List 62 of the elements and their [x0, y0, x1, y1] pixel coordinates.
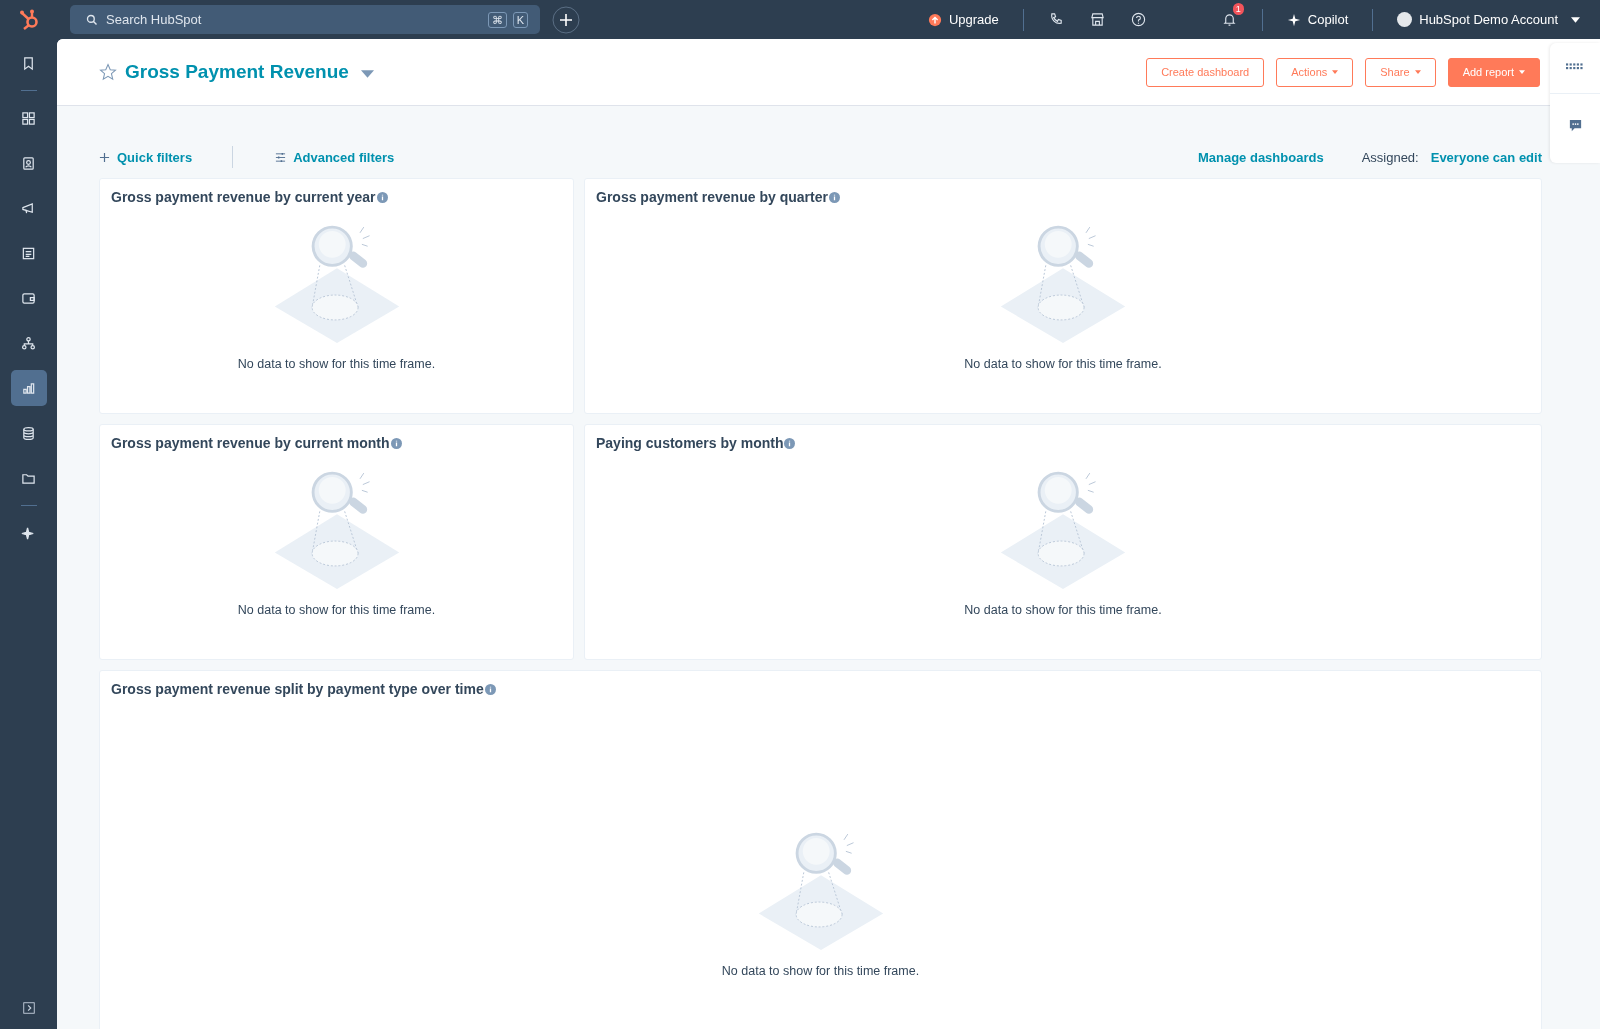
assigned-label: Assigned:	[1361, 149, 1419, 165]
chat-icon[interactable]	[1567, 118, 1583, 133]
sparkle-icon[interactable]	[21, 525, 36, 541]
advanced-filters-button[interactable]: Advanced filters	[275, 149, 395, 165]
notifications-icon[interactable]	[1221, 12, 1237, 27]
contact-card-icon[interactable]	[21, 155, 36, 171]
avatar-icon	[1397, 12, 1413, 27]
empty-state-message: No data to show for this time frame.	[237, 357, 436, 371]
caret-icon	[1414, 70, 1421, 74]
search-bar[interactable]: Search HubSpot ⌘ K	[70, 5, 540, 34]
account-menu[interactable]: HubSpot Demo Account	[1391, 12, 1586, 27]
quick-filters-button[interactable]: Quick filters	[99, 149, 193, 165]
empty-state-message: No data to show for this time frame.	[964, 357, 1162, 371]
wallet-icon[interactable]	[21, 290, 36, 306]
database-icon[interactable]	[21, 425, 36, 441]
copilot-button[interactable]: Copilot	[1280, 12, 1355, 27]
store-icon[interactable]	[1089, 12, 1105, 27]
apps-icon[interactable]	[1566, 63, 1584, 71]
empty-state-message: No data to show for this time frame.	[237, 603, 436, 617]
search-field[interactable]: Search HubSpot	[104, 11, 482, 28]
expand-icon[interactable]	[21, 1001, 36, 1015]
report-title: Gross payment revenue by current month	[111, 435, 562, 451]
bar-chart-icon[interactable]	[21, 380, 36, 396]
header-button[interactable]: Create dashboard	[1146, 57, 1265, 87]
empty-state-message: No data to show for this time frame.	[964, 603, 1162, 617]
report-title: Gross payment revenue split by payment type over time	[111, 681, 1530, 697]
keyboard-key: ⌘	[487, 11, 507, 28]
header-button[interactable]: Share	[1365, 57, 1436, 87]
caret-icon[interactable]	[360, 69, 374, 78]
document-icon[interactable]	[21, 245, 36, 261]
assigned-value-link[interactable]: Everyone can edit	[1430, 149, 1542, 165]
phone-icon[interactable]	[1048, 12, 1064, 27]
caret-icon	[1332, 70, 1339, 74]
sliders-icon	[275, 151, 287, 163]
caret-icon	[1519, 70, 1525, 74]
megaphone-icon[interactable]	[21, 200, 36, 216]
empty-state-message: No data to show for this time frame.	[721, 964, 920, 978]
plus-icon	[99, 151, 110, 163]
report-title: Gross payment revenue by current year	[111, 189, 562, 205]
add-icon[interactable]	[552, 5, 580, 34]
header-button[interactable]: Add report	[1447, 57, 1540, 87]
info-icon[interactable]	[828, 191, 840, 203]
info-icon[interactable]	[784, 437, 796, 449]
upgrade-button[interactable]: Upgrade	[921, 12, 1005, 27]
report-title: Paying customers by month	[596, 435, 1530, 451]
star-icon[interactable]	[99, 63, 117, 81]
notification-count: 1	[1232, 3, 1244, 15]
dashboard-title[interactable]: Gross Payment Revenue	[125, 61, 349, 83]
keyboard-key: K	[512, 11, 528, 28]
caret-icon	[1571, 16, 1580, 23]
hierarchy-icon[interactable]	[21, 335, 36, 351]
info-icon[interactable]	[390, 437, 402, 449]
bookmark-icon[interactable]	[21, 55, 36, 71]
info-icon[interactable]	[376, 191, 388, 203]
grid-icon[interactable]	[21, 110, 36, 126]
header-button[interactable]: Actions	[1276, 57, 1354, 87]
manage-dashboards-link[interactable]: Manage dashboards	[1197, 149, 1324, 165]
info-icon[interactable]	[484, 683, 496, 695]
sidebar-item[interactable]	[10, 370, 47, 406]
help-icon[interactable]	[1130, 12, 1146, 27]
report-title: Gross payment revenue by quarter	[596, 189, 1530, 205]
search-icon	[86, 13, 98, 26]
